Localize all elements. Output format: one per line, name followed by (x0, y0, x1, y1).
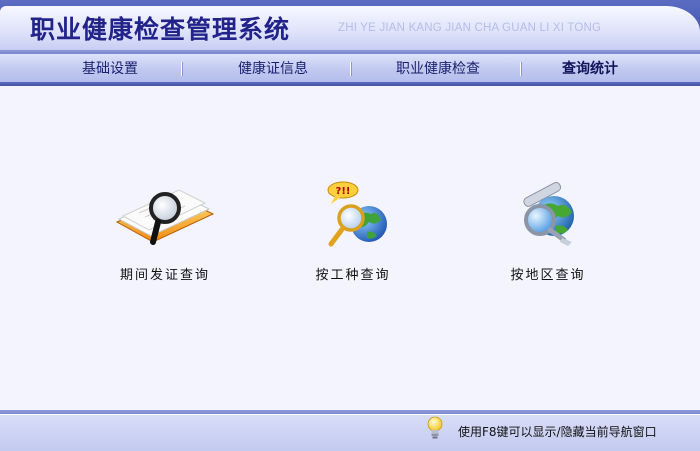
menu-separator (520, 62, 521, 76)
tool-label: 按地区查询 (510, 268, 586, 283)
menu-item-health-certificate[interactable]: 健康证信息 (200, 54, 346, 84)
app-title: 职业健康检查管理系统 (30, 15, 291, 44)
app-subtitle: ZHI YE JIAN KANG JIAN CHA GUAN LI XI TON… (338, 22, 602, 34)
svg-text:?!!: ?!! (336, 186, 351, 197)
tool-label: 期间发证查询 (119, 268, 210, 283)
magnifier-globe-question-icon: ?!! (327, 181, 387, 247)
main-menu-bar: 基础设置 健康证信息 职业健康检查 查询统计 (0, 52, 700, 86)
menu-bar-inner: 基础设置 健康证信息 职业健康检查 查询统计 (0, 54, 700, 82)
menu-separator (181, 62, 182, 76)
lightbulb-icon (427, 416, 443, 439)
header: 职业健康检查管理系统 ZHI YE JIAN KANG JIAN CHA GUA… (0, 0, 700, 52)
menu-item-query-statistics[interactable]: 查询统计 (522, 54, 658, 84)
magnifier-globe-map-icon (523, 181, 574, 246)
tool-label: 按工种查询 (315, 268, 391, 283)
navigation-content: 期间发证查询 ?!! 按工种查询 按地区查询 (0, 86, 700, 410)
tool-period-certificate-query[interactable]: 期间发证查询 (95, 180, 235, 290)
tool-query-by-occupation[interactable]: ?!! 按工种查询 (283, 180, 423, 290)
menu-separator (350, 62, 351, 76)
menu-item-basic-settings[interactable]: 基础设置 (40, 54, 180, 84)
status-hint: 使用F8键可以显示/隐藏当前导航窗口 (458, 425, 657, 439)
menu-item-occupational-health-check[interactable]: 职业健康检查 (368, 54, 508, 84)
tool-query-by-region[interactable]: 按地区查询 (478, 180, 618, 290)
magnifier-document-icon (115, 189, 215, 245)
